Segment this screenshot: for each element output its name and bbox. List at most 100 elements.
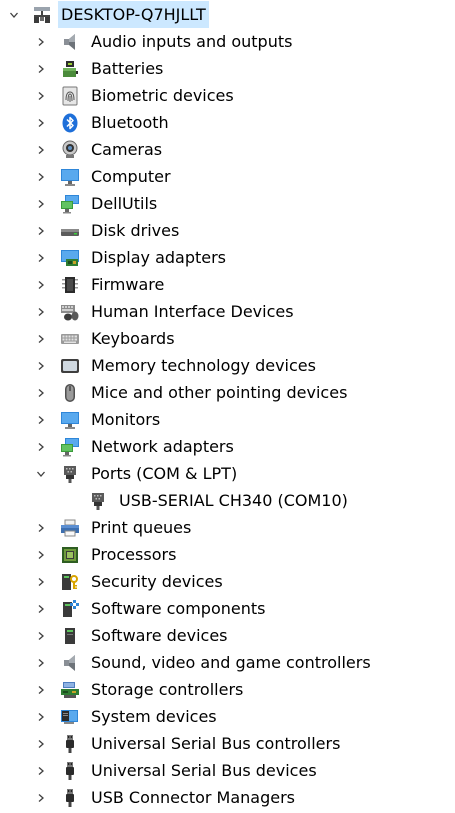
fingerprint-icon [60,86,80,106]
processor-icon [60,545,80,565]
chevron-right-icon[interactable] [33,541,49,568]
tree-node-security-devices[interactable]: Security devices [0,568,455,595]
chevron-right-icon[interactable] [33,190,49,217]
tree-node-label: DellUtils [91,194,158,213]
tree-node-label: Firmware [91,275,165,294]
printer-icon [60,518,80,538]
chevron-right-icon[interactable] [33,325,49,352]
tree-node-label: Disk drives [91,221,180,240]
computer-network-icon [32,5,52,25]
tree-node-dellutils[interactable]: DellUtils [0,190,455,217]
keyboard-icon [60,329,80,349]
chevron-right-icon[interactable] [33,757,49,784]
chevron-right-icon[interactable] [33,784,49,811]
tree-node-label: Network adapters [91,437,234,456]
chevron-right-icon[interactable] [33,82,49,109]
chevron-right-icon[interactable] [33,28,49,55]
tree-node-firmware[interactable]: Firmware [0,271,455,298]
mouse-icon [60,383,80,403]
tree-node-label: Monitors [91,410,161,429]
tree-node-network-adapters[interactable]: Network adapters [0,433,455,460]
tree-node-label: Batteries [91,59,164,78]
tree-node-label: Display adapters [91,248,227,267]
chevron-right-icon[interactable] [33,622,49,649]
tree-node-label: Software components [91,599,266,618]
tree-root[interactable]: DESKTOP-Q7HJLLT [0,1,455,28]
tree-node-processors[interactable]: Processors [0,541,455,568]
tree-node-storage-controllers[interactable]: Storage controllers [0,676,455,703]
tree-node-label: Security devices [91,572,223,591]
tree-node-cameras[interactable]: Cameras [0,136,455,163]
tree-node-universal-serial-bus-controllers[interactable]: Universal Serial Bus controllers [0,730,455,757]
tree-node-monitors[interactable]: Monitors [0,406,455,433]
chevron-right-icon[interactable] [33,271,49,298]
tree-node-biometric-devices[interactable]: Biometric devices [0,82,455,109]
memory-icon [60,356,80,376]
battery-icon [60,59,80,79]
network-monitor-icon [60,194,80,214]
tree-node-batteries[interactable]: Batteries [0,55,455,82]
chevron-right-icon[interactable] [33,379,49,406]
tree-node-software-components[interactable]: Software components [0,595,455,622]
tree-node-audio-inputs-and-outputs[interactable]: Audio inputs and outputs [0,28,455,55]
tree-node-label: Print queues [91,518,192,537]
network-adapter-icon [60,437,80,457]
chevron-right-icon[interactable] [33,568,49,595]
tree-node-universal-serial-bus-devices[interactable]: Universal Serial Bus devices [0,757,455,784]
chevron-right-icon[interactable] [33,136,49,163]
device-tree[interactable]: DESKTOP-Q7HJLLT Audio inputs and outputs B… [0,1,455,811]
tree-node-sound-video-and-game-controllers[interactable]: Sound, video and game controllers [0,649,455,676]
usb-plug-icon [60,788,80,808]
monitor-icon [60,410,80,430]
chevron-right-icon[interactable] [33,514,49,541]
tree-node-label: Mice and other pointing devices [91,383,348,402]
tree-node-display-adapters[interactable]: Display adapters [0,244,455,271]
display-adapter-icon [60,248,80,268]
chevron-right-icon[interactable] [33,703,49,730]
tree-node-ports-com-lpt[interactable]: Ports (COM & LPT) [0,460,455,487]
tree-node-label: Bluetooth [91,113,169,132]
chip-icon [60,275,80,295]
tree-node-label: Cameras [91,140,163,159]
chevron-right-icon[interactable] [33,352,49,379]
bluetooth-icon [60,113,80,133]
tree-node-label: System devices [91,707,217,726]
tree-node-mice-and-other-pointing-devices[interactable]: Mice and other pointing devices [0,379,455,406]
tree-node-label: Human Interface Devices [91,302,294,321]
speaker-icon [60,653,80,673]
chevron-right-icon[interactable] [33,406,49,433]
chevron-right-icon[interactable] [33,163,49,190]
port-icon [60,464,80,484]
chevron-right-icon[interactable] [33,244,49,271]
tree-node-disk-drives[interactable]: Disk drives [0,217,455,244]
hid-icon [60,302,80,322]
chevron-right-icon[interactable] [33,730,49,757]
tree-node-computer[interactable]: Computer [0,163,455,190]
tree-node-software-devices[interactable]: Software devices [0,622,455,649]
software-device-icon [60,626,80,646]
usb-plug-icon [60,734,80,754]
webcam-icon [60,140,80,160]
chevron-right-icon[interactable] [33,433,49,460]
tree-node-label: Biometric devices [91,86,234,105]
tree-node-keyboards[interactable]: Keyboards [0,325,455,352]
chevron-right-icon[interactable] [33,109,49,136]
tree-node-usb-connector-managers[interactable]: USB Connector Managers [0,784,455,811]
tree-node-label: USB Connector Managers [91,788,296,807]
tree-node-human-interface-devices[interactable]: Human Interface Devices [0,298,455,325]
tree-node-memory-technology-devices[interactable]: Memory technology devices [0,352,455,379]
chevron-right-icon[interactable] [33,649,49,676]
chevron-right-icon[interactable] [33,676,49,703]
tree-leaf-usb-serial-ch340-com10[interactable]: USB-SERIAL CH340 (COM10) [0,487,455,514]
port-icon [88,491,108,511]
chevron-right-icon[interactable] [33,298,49,325]
tree-node-print-queues[interactable]: Print queues [0,514,455,541]
chevron-right-icon[interactable] [33,217,49,244]
tree-node-bluetooth[interactable]: Bluetooth [0,109,455,136]
chevron-down-icon[interactable] [6,1,22,28]
chevron-right-icon[interactable] [33,595,49,622]
tree-node-system-devices[interactable]: System devices [0,703,455,730]
chevron-right-icon[interactable] [33,55,49,82]
chevron-down-icon[interactable] [33,460,49,487]
tree-node-label: USB-SERIAL CH340 (COM10) [119,491,348,510]
